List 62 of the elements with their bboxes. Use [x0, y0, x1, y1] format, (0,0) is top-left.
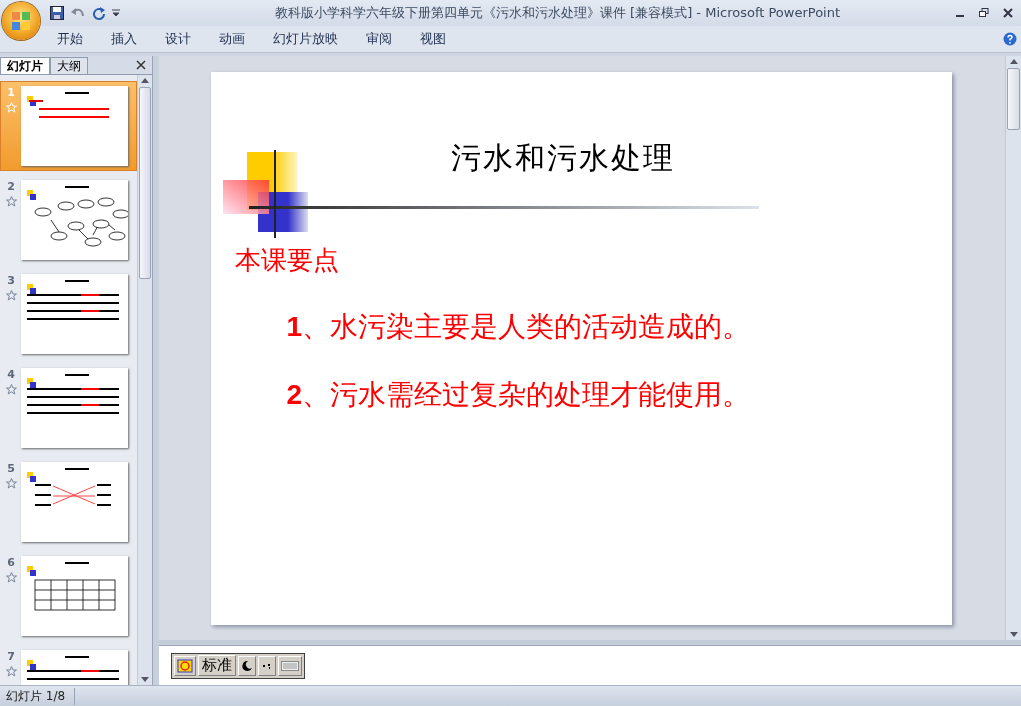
slide-row[interactable]: 2	[0, 175, 137, 265]
slide-row[interactable]: 7	[0, 645, 137, 685]
ribbon-tab[interactable]: 幻灯片放映	[262, 27, 349, 51]
slide-number: 2	[7, 180, 15, 193]
scroll-up-icon[interactable]	[141, 77, 149, 83]
star-icon	[5, 290, 17, 301]
slide-thumbnail[interactable]	[21, 556, 128, 636]
star-icon	[5, 666, 17, 677]
ribbon-tab[interactable]: 设计	[154, 27, 202, 51]
star-icon	[5, 102, 17, 113]
customize-caret-icon[interactable]	[112, 9, 120, 17]
star-icon	[5, 478, 17, 489]
panel-tab[interactable]: 大纲	[50, 57, 88, 74]
ribbon-tab[interactable]: 开始	[46, 27, 94, 51]
moon-icon[interactable]	[238, 655, 256, 676]
ime-mode[interactable]: 标准	[198, 655, 236, 676]
bullet-point: 1、水污染主要是人类的活动造成的。	[286, 308, 751, 345]
slide-thumbnail[interactable]	[21, 86, 128, 166]
scroll-up-icon[interactable]	[1009, 58, 1018, 64]
star-icon	[5, 196, 17, 207]
slide-thumbnail[interactable]	[21, 368, 128, 448]
keyboard-icon[interactable]	[278, 655, 302, 676]
close-icon[interactable]	[136, 60, 146, 70]
bullet-point: 2、污水需经过复杂的处理才能使用。	[286, 376, 751, 413]
restore-icon[interactable]	[979, 8, 989, 18]
status-text: 幻灯片 1/8	[0, 687, 75, 705]
help-icon[interactable]	[1003, 32, 1017, 46]
slide-number: 5	[7, 462, 15, 475]
punctuation-icon[interactable]	[258, 655, 276, 676]
ribbon-tab[interactable]: 审阅	[355, 27, 403, 51]
slide-subtitle: 本课要点	[234, 243, 339, 277]
panel-tab[interactable]: 幻灯片	[0, 57, 50, 74]
scroll-down-icon[interactable]	[1009, 632, 1018, 638]
slide-row[interactable]: 4	[0, 363, 137, 453]
slide-number: 1	[7, 86, 15, 99]
slide-thumbnail[interactable]	[21, 462, 128, 542]
star-icon	[5, 384, 17, 395]
star-icon	[5, 572, 17, 583]
ribbon-tab[interactable]: 插入	[100, 27, 148, 51]
redo-icon[interactable]	[92, 6, 106, 20]
slide-thumbnail[interactable]	[21, 274, 128, 354]
slide-row[interactable]: 3	[0, 269, 137, 359]
notes-pane[interactable]: 标准	[159, 645, 1021, 685]
slide-row[interactable]: 6	[0, 551, 137, 641]
slide-number: 6	[7, 556, 15, 569]
scroll-thumb[interactable]	[1007, 68, 1020, 130]
ime-logo-icon[interactable]	[174, 655, 196, 676]
ribbon-tab[interactable]: 动画	[208, 27, 256, 51]
slide-number: 4	[7, 368, 15, 381]
slide-number: 7	[7, 650, 15, 663]
slide-thumbnail[interactable]	[21, 180, 128, 260]
ribbon-tab[interactable]: 视图	[409, 27, 457, 51]
slide-title: 污水和污水处理	[450, 138, 676, 177]
close-icon[interactable]	[1003, 8, 1013, 18]
slide-number: 3	[7, 274, 15, 287]
office-button[interactable]	[2, 2, 40, 40]
window-title: 教科版小学科学六年级下册第四单元《污水和污水处理》课件 [兼容模式] - Microsoft PowerPoint	[273, 4, 842, 22]
scroll-thumb[interactable]	[139, 87, 151, 279]
scroll-down-icon[interactable]	[141, 677, 149, 683]
slide-row[interactable]: 5	[0, 457, 137, 547]
save-icon[interactable]	[50, 6, 64, 20]
office-logo-icon	[11, 11, 31, 31]
